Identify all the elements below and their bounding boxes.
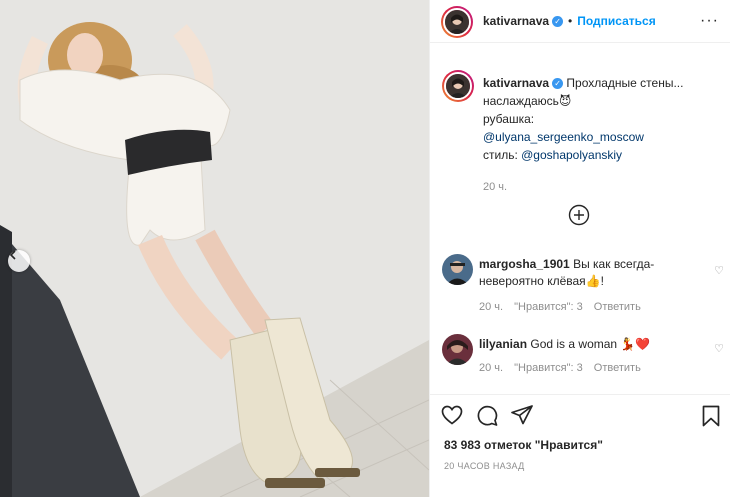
save-bookmark-button[interactable] [702, 405, 720, 430]
caption-line1: Прохладные стены... [566, 76, 684, 90]
comment-like-icon[interactable]: ♡ [714, 342, 724, 355]
comment-text: God is a woman 💃❤️ [530, 337, 651, 351]
comment-likes[interactable]: "Нравится": 3 [514, 301, 583, 313]
separator-dot: • [568, 14, 573, 28]
caption-line3: рубашка: [483, 112, 535, 126]
caption-avatar[interactable] [442, 70, 474, 102]
more-options-icon[interactable]: ··· [700, 12, 719, 30]
bookmark-icon [702, 405, 720, 427]
comment-like-icon[interactable]: ♡ [714, 264, 724, 277]
instagram-post: kativarnava ✓ • Подписаться ··· kativarn… [0, 0, 730, 497]
reply-button[interactable]: Ответить [594, 301, 641, 313]
comment-likes[interactable]: "Нравится": 3 [514, 362, 583, 374]
caption-username[interactable]: kativarnava [483, 76, 549, 90]
photo-illustration [0, 0, 429, 497]
caption-line2: наслаждаюсь😈 [483, 94, 572, 108]
mention-link[interactable]: @ulyana_sergeenko_moscow [483, 130, 644, 144]
post-header: kativarnava ✓ • Подписаться ··· [430, 0, 730, 43]
avatar-image [445, 10, 469, 34]
header-username[interactable]: kativarnava [483, 14, 549, 28]
carousel-prev-button[interactable] [8, 250, 30, 272]
load-more-comments-button[interactable] [568, 204, 590, 229]
likes-count[interactable]: 83 983 отметок "Нравится" [444, 438, 603, 452]
like-heart-icon[interactable] [441, 405, 463, 425]
follow-button[interactable]: Подписаться [577, 14, 655, 28]
avatar-image [442, 334, 473, 365]
caption-line5-prefix: стиль: [483, 148, 522, 162]
comment-time[interactable]: 20 ч. [479, 301, 503, 313]
comment-username[interactable]: lilyanian [479, 337, 527, 351]
post-timestamp[interactable]: 20 ЧАСОВ НАЗАД [444, 461, 525, 471]
commenter-avatar[interactable] [442, 334, 473, 365]
post-actions: 83 983 отметок "Нравится" 20 ЧАСОВ НАЗАД [430, 394, 730, 497]
avatar-image [442, 254, 473, 285]
avatar-image [446, 74, 470, 98]
comment-time[interactable]: 20 ч. [479, 362, 503, 374]
chevron-left-icon [9, 250, 16, 260]
comment-username[interactable]: margosha_1901 [479, 257, 570, 271]
verified-badge-icon: ✓ [552, 15, 564, 27]
share-send-icon[interactable] [511, 405, 533, 425]
plus-circle-icon [568, 204, 590, 226]
mention-link[interactable]: @goshapolyanskiy [521, 148, 622, 162]
comment-item: lilyanian God is a woman 💃❤️ ♡ 20 ч. "Нр… [442, 334, 727, 384]
post-side-panel: kativarnava ✓ • Подписаться ··· kativarn… [429, 0, 730, 497]
comment-bubble-icon[interactable] [476, 405, 498, 426]
profile-avatar[interactable] [441, 6, 473, 38]
verified-badge-icon: ✓ [552, 78, 564, 90]
comment-item: margosha_1901 Вы как всегда-невероятно к… [442, 254, 727, 314]
post-photo[interactable] [0, 0, 429, 497]
caption-time[interactable]: 20 ч. [483, 178, 713, 196]
commenter-avatar[interactable] [442, 254, 473, 285]
reply-button[interactable]: Ответить [594, 362, 641, 374]
